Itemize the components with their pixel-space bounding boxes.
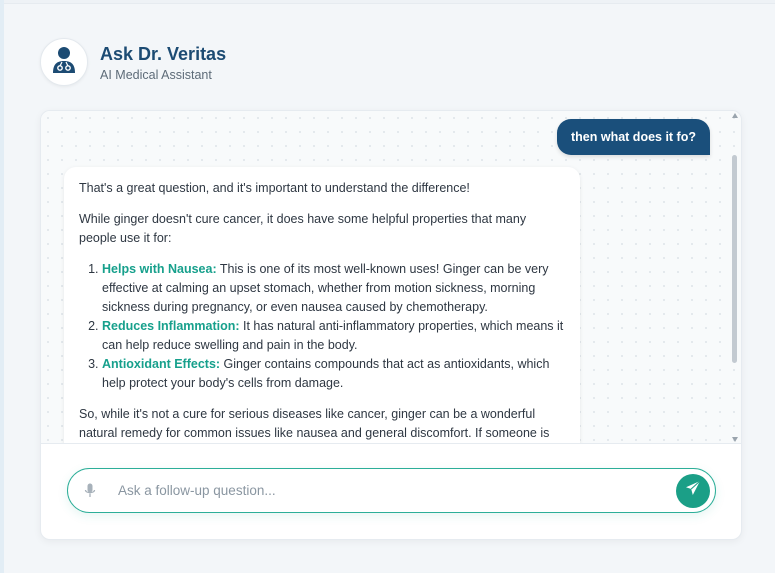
send-icon (685, 480, 701, 501)
microphone-icon[interactable] (82, 481, 98, 501)
page-subtitle: AI Medical Assistant (100, 67, 212, 82)
user-message: then what does it fo? (557, 119, 710, 155)
assistant-closing: So, while it's not a cure for serious di… (79, 407, 550, 440)
assistant-intro: That's a great question, and it's import… (79, 181, 470, 195)
benefits-list: Helps with Nausea: This is one of its mo… (79, 260, 565, 393)
assistant-message: That's a great question, and it's import… (64, 167, 580, 443)
question-input[interactable] (118, 483, 676, 498)
top-bar (4, 0, 775, 4)
list-item: Antioxidant Effects: Ginger contains com… (102, 355, 565, 393)
assistant-header: Ask Dr. Veritas AI Medical Assistant (40, 38, 226, 86)
message-list[interactable]: then what does it fo? That's a great que… (41, 111, 741, 444)
doctor-icon (51, 45, 77, 80)
list-item-term: Helps with Nausea: (102, 262, 217, 276)
question-input-bar (67, 468, 716, 513)
list-item-term: Reduces Inflammation: (102, 319, 240, 333)
assistant-lead: While ginger doesn't cure cancer, it doe… (79, 212, 527, 245)
send-button[interactable] (676, 473, 710, 508)
avatar (40, 38, 88, 86)
scroll-up-arrow-icon[interactable] (732, 113, 738, 118)
window-edge (0, 0, 4, 573)
chat-panel: then what does it fo? That's a great que… (40, 110, 742, 540)
list-item-term: Antioxidant Effects: (102, 357, 221, 371)
page-title: Ask Dr. Veritas (100, 43, 227, 64)
list-item: Reduces Inflammation: It has natural ant… (102, 317, 565, 355)
scrollbar-thumb[interactable] (732, 155, 737, 363)
scrollbar[interactable] (731, 111, 739, 443)
scroll-down-arrow-icon[interactable] (732, 437, 738, 442)
list-item: Helps with Nausea: This is one of its mo… (102, 260, 565, 317)
